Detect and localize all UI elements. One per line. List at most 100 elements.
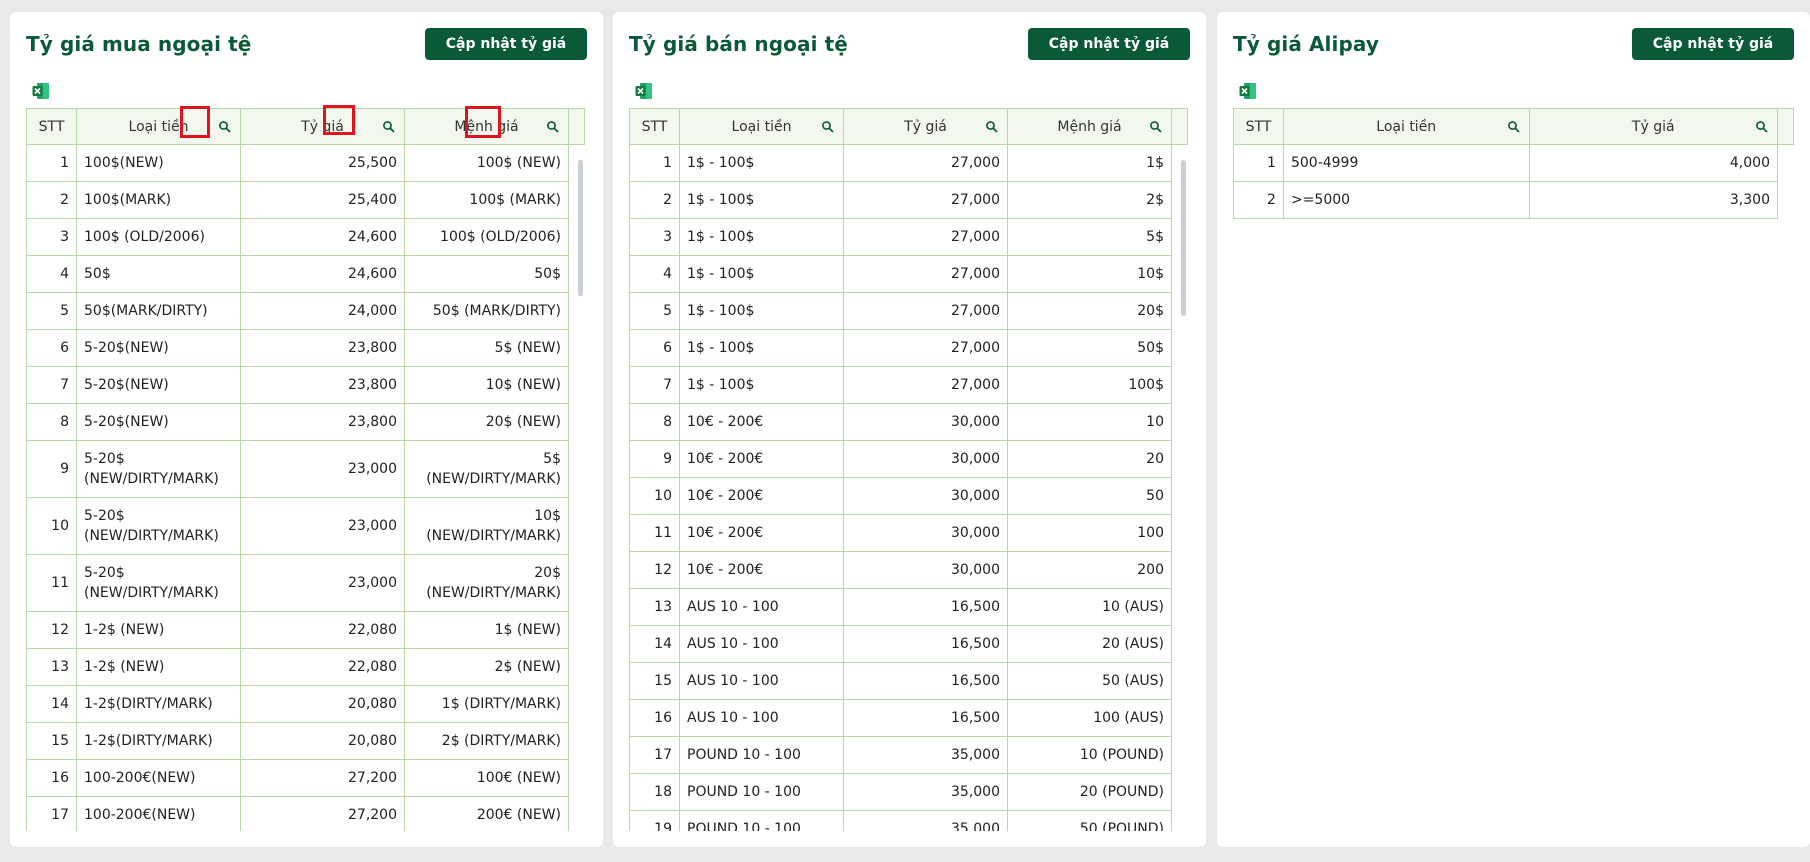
table-row[interactable]: 3 1$ - 100$ 27,000 5$ [629,218,1188,256]
cell-denom: 100 [1007,514,1172,552]
table-row[interactable]: 7 1$ - 100$ 27,000 100$ [629,366,1188,404]
table-row[interactable]: 14 1-2$(DIRTY/MARK) 20,080 1$ (DIRTY/MARK) [26,685,585,723]
excel-export-icon[interactable] [32,82,50,100]
col-header-currency[interactable]: Loại tiền [76,108,241,145]
cell-currency: AUS 10 - 100 [679,699,844,737]
table-row[interactable]: 13 1-2$ (NEW) 22,080 2$ (NEW) [26,648,585,686]
col-header-denom[interactable]: Mệnh giá [1007,108,1172,145]
table-row[interactable]: 17 100-200€(NEW) 27,200 200€ (NEW) [26,796,585,831]
table-row[interactable]: 12 10€ - 200€ 30,000 200 [629,551,1188,589]
col-header-rate[interactable]: Tỷ giá [1528,108,1778,145]
search-icon[interactable] [821,120,835,134]
col-header-stt: STT [629,108,680,145]
cell-currency: 1-2$(DIRTY/MARK) [76,722,241,760]
table-row[interactable]: 4 1$ - 100$ 27,000 10$ [629,255,1188,293]
table-row[interactable]: 5 50$(MARK/DIRTY) 24,000 50$ (MARK/DIRTY) [26,292,585,330]
search-icon[interactable] [1149,120,1163,134]
table-row[interactable]: 11 5-20$ (NEW/DIRTY/MARK) 23,000 20$ (NEW/D… [26,554,585,612]
cell-currency: AUS 10 - 100 [679,625,844,663]
table-row[interactable]: 16 AUS 10 - 100 16,500 100 (AUS) [629,699,1188,737]
table-row[interactable]: 15 AUS 10 - 100 16,500 50 (AUS) [629,662,1188,700]
col-header-currency[interactable]: Loại tiền [679,108,844,145]
cell-currency: AUS 10 - 100 [679,588,844,626]
col-header-rate[interactable]: Tỷ giá [843,108,1008,145]
table-row[interactable]: 9 5-20$ (NEW/DIRTY/MARK) 23,000 5$ (NEW/DIR… [26,440,585,498]
cell-currency: 1$ - 100$ [679,144,844,182]
table-row[interactable]: 16 100-200€(NEW) 27,200 100€ (NEW) [26,759,585,797]
search-icon[interactable] [382,120,396,134]
table-row[interactable]: 9 10€ - 200€ 30,000 20 [629,440,1188,478]
cell-stt: 15 [629,662,680,700]
table-row[interactable]: 11 10€ - 200€ 30,000 100 [629,514,1188,552]
search-icon[interactable] [1507,120,1521,134]
col-header-currency[interactable]: Loại tiền [1282,108,1530,145]
search-icon[interactable] [1755,120,1769,134]
alipay-rate-grid: STT Loại tiền Tỷ giá 1 500-4999 4,000 2 >=50… [1233,108,1794,831]
cell-currency: 5-20$(NEW) [76,366,241,404]
cell-currency: 100-200€(NEW) [76,759,241,797]
cell-stt: 3 [26,218,77,256]
cell-currency: 5-20$ (NEW/DIRTY/MARK) [76,497,241,555]
table-row[interactable]: 14 AUS 10 - 100 16,500 20 (AUS) [629,625,1188,663]
cell-currency: >=5000 [1282,181,1530,219]
cell-denom: 1$ (DIRTY/MARK) [404,685,569,723]
search-icon[interactable] [546,120,560,134]
table-row[interactable]: 2 100$(MARK) 25,400 100$ (MARK) [26,181,585,219]
cell-currency: 100-200€(NEW) [76,796,241,831]
table-row[interactable]: 12 1-2$ (NEW) 22,080 1$ (NEW) [26,611,585,649]
table-row[interactable]: 1 100$(NEW) 25,500 100$ (NEW) [26,144,585,182]
cell-stt: 5 [26,292,77,330]
table-row[interactable]: 6 5-20$(NEW) 23,800 5$ (NEW) [26,329,585,367]
cell-stt: 10 [629,477,680,515]
sell-rate-table: STT Loại tiền Tỷ giá Mệnh giá 1 1$ - 100… [629,108,1188,831]
table-row[interactable]: 10 10€ - 200€ 30,000 50 [629,477,1188,515]
cell-stt: 15 [26,722,77,760]
cell-denom: 10$ (NEW) [404,366,569,404]
cell-stt: 16 [26,759,77,797]
table-row[interactable]: 13 AUS 10 - 100 16,500 10 (AUS) [629,588,1188,626]
table-row[interactable]: 8 10€ - 200€ 30,000 10 [629,403,1188,441]
cell-stt: 13 [26,648,77,686]
cell-denom: 100$ (MARK) [404,181,569,219]
cell-rate: 22,080 [240,611,405,649]
alipay-rate-table: STT Loại tiền Tỷ giá 1 500-4999 4,000 2 >=50… [1233,108,1794,219]
cell-denom: 1$ [1007,144,1172,182]
cell-denom: 10 [1007,403,1172,441]
cell-currency: POUND 10 - 100 [679,810,844,831]
sell-update-rate-button[interactable]: Cập nhật tỷ giá [1028,28,1190,60]
buy-update-rate-button[interactable]: Cập nhật tỷ giá [425,28,587,60]
table-row[interactable]: 19 POUND 10 - 100 35,000 50 (POUND) [629,810,1188,831]
cell-denom: 10 (POUND) [1007,736,1172,774]
table-row[interactable]: 15 1-2$(DIRTY/MARK) 20,080 2$ (DIRTY/MARK) [26,722,585,760]
table-row[interactable]: 18 POUND 10 - 100 35,000 20 (POUND) [629,773,1188,811]
cell-stt: 11 [26,554,77,612]
cell-currency: 5-20$ (NEW/DIRTY/MARK) [76,554,241,612]
table-row[interactable]: 2 >=5000 3,300 [1233,181,1794,219]
sell-grid-scrollbar[interactable] [1181,160,1186,316]
table-row[interactable]: 1 1$ - 100$ 27,000 1$ [629,144,1188,182]
table-row[interactable]: 1 500-4999 4,000 [1233,144,1794,182]
table-row[interactable]: 3 100$ (OLD/2006) 24,600 100$ (OLD/2006) [26,218,585,256]
excel-export-icon[interactable] [635,82,653,100]
table-row[interactable]: 2 1$ - 100$ 27,000 2$ [629,181,1188,219]
cell-stt: 1 [26,144,77,182]
search-icon[interactable] [218,120,232,134]
table-row[interactable]: 8 5-20$(NEW) 23,800 20$ (NEW) [26,403,585,441]
sell-rate-title: Tỷ giá bán ngoại tệ [629,32,848,56]
alipay-update-rate-button[interactable]: Cập nhật tỷ giá [1632,28,1794,60]
table-row[interactable]: 10 5-20$ (NEW/DIRTY/MARK) 23,000 10$ (NEW/D… [26,497,585,555]
cell-currency: 5-20$(NEW) [76,329,241,367]
table-row[interactable]: 7 5-20$(NEW) 23,800 10$ (NEW) [26,366,585,404]
buy-grid-scrollbar[interactable] [578,160,583,296]
cell-denom: 100$ (OLD/2006) [404,218,569,256]
table-row[interactable]: 4 50$ 24,600 50$ [26,255,585,293]
search-icon[interactable] [985,120,999,134]
table-row[interactable]: 5 1$ - 100$ 27,000 20$ [629,292,1188,330]
table-row[interactable]: 6 1$ - 100$ 27,000 50$ [629,329,1188,367]
excel-export-icon[interactable] [1239,82,1257,100]
cell-currency: POUND 10 - 100 [679,773,844,811]
cell-rate: 35,000 [843,810,1008,831]
table-row[interactable]: 17 POUND 10 - 100 35,000 10 (POUND) [629,736,1188,774]
cell-rate: 23,800 [240,366,405,404]
cell-denom: 50$ [404,255,569,293]
